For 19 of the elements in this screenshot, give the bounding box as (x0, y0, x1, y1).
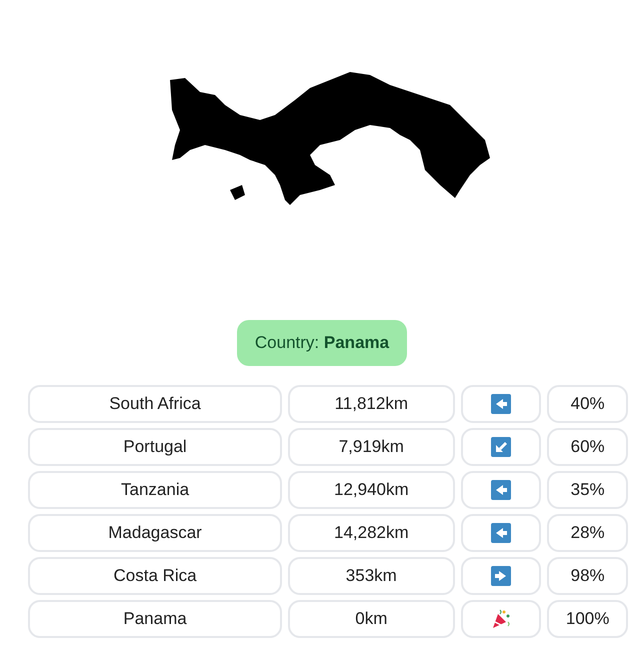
guess-country: Panama (28, 600, 282, 638)
guess-distance: 11,812km (288, 384, 455, 422)
guess-proximity: 98% (547, 556, 628, 594)
guess-proximity: 100% (547, 600, 628, 638)
guess-country: South Africa (28, 384, 282, 422)
guess-country: Tanzania (28, 470, 282, 508)
guess-distance: 0km (288, 600, 455, 638)
guess-country: Portugal (28, 428, 282, 466)
country-badge: Country: Panama (236, 320, 408, 366)
guess-distance: 353km (288, 556, 455, 594)
guess-proximity: 60% (547, 428, 628, 466)
guess-distance: 7,919km (288, 428, 455, 466)
guess-proximity: 40% (547, 384, 628, 422)
guess-distance: 12,940km (288, 470, 455, 508)
guess-distance: 14,282km (288, 514, 455, 552)
guess-country: Costa Rica (28, 556, 282, 594)
guess-proximity: 28% (547, 514, 628, 552)
guess-country: Madagascar (28, 514, 282, 552)
guess-proximity: 35% (547, 470, 628, 508)
